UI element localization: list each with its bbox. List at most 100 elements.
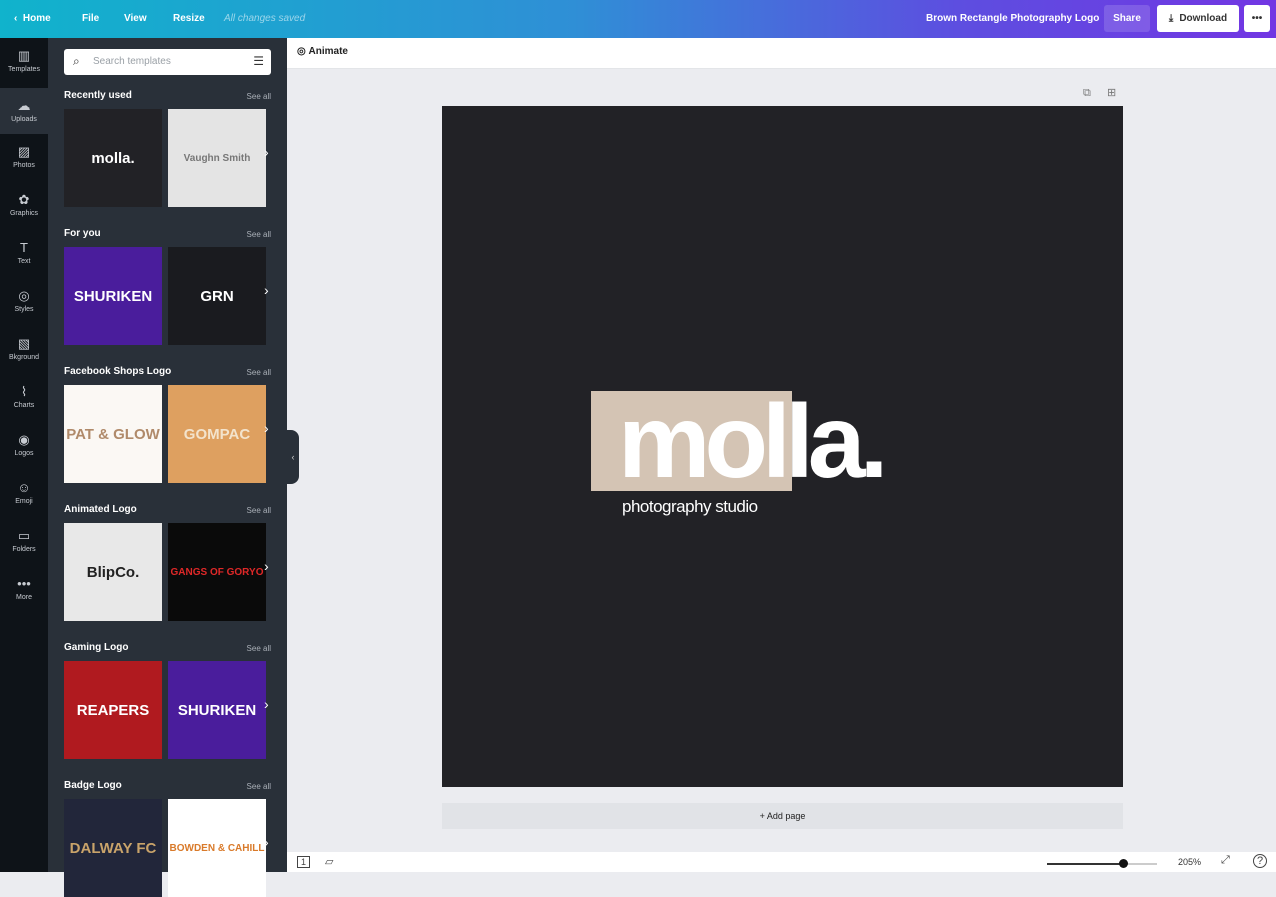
- template-thumbnail[interactable]: PAT & GLOW: [64, 385, 162, 483]
- page-indicator[interactable]: 1: [297, 856, 311, 868]
- filter-icon[interactable]: ☰: [253, 54, 264, 68]
- template-thumbnail[interactable]: BOWDEN & CAHILL: [168, 799, 266, 897]
- template-thumbnail[interactable]: BlipCo.: [64, 523, 162, 621]
- template-text: SHURIKEN: [177, 701, 257, 719]
- rail-item-templates[interactable]: ▥ Templates: [0, 48, 48, 73]
- rail-label: Emoji: [15, 498, 33, 505]
- uploads-icon: ☁: [17, 98, 31, 113]
- template-text: GRN: [200, 287, 234, 305]
- rail-label: Text: [17, 258, 31, 265]
- rail-item-logos[interactable]: ◉ Logos: [0, 432, 48, 457]
- see-all-link[interactable]: See all: [247, 230, 271, 239]
- search-icon: ⌕: [73, 54, 80, 68]
- template-thumbnail[interactable]: GANGS OF GORYO: [168, 523, 266, 621]
- duplicate-page-icon[interactable]: ⧉: [1083, 87, 1091, 100]
- template-thumbnail[interactable]: SHURIKEN: [64, 247, 162, 345]
- zoom-slider-fill: [1047, 863, 1124, 865]
- rail-item-charts[interactable]: ⌇ Charts: [0, 384, 48, 409]
- home-button[interactable]: ‹ Home: [14, 13, 51, 24]
- template-thumbnail[interactable]: molla.: [64, 109, 162, 207]
- template-text: BOWDEN & CAHILL: [169, 842, 265, 854]
- template-text: molla.: [91, 149, 135, 167]
- photos-icon: ▨: [17, 144, 31, 159]
- chevron-right-icon[interactable]: ›: [264, 420, 269, 436]
- graphics-icon: ✿: [18, 192, 30, 207]
- logos-icon: ◉: [18, 432, 30, 447]
- see-all-link[interactable]: See all: [247, 644, 271, 653]
- rail-label: Logos: [14, 450, 34, 457]
- download-button[interactable]: ⤓ Download: [1157, 5, 1239, 32]
- template-thumbnail[interactable]: REAPERS: [64, 661, 162, 759]
- styles-icon: ◎: [18, 288, 30, 303]
- template-text: SHURIKEN: [73, 287, 153, 305]
- rail-item-uploads[interactable]: ☁ Uploads: [0, 88, 48, 134]
- template-text: DALWAY FC: [69, 839, 157, 857]
- zoom-slider-handle[interactable]: [1119, 859, 1128, 868]
- help-icon[interactable]: ?: [1253, 854, 1267, 868]
- text-icon: T: [20, 240, 28, 255]
- template-thumbnail[interactable]: GRN: [168, 247, 266, 345]
- top-bar: ‹ Home File View Resize All changes save…: [0, 0, 1276, 38]
- section-title: Gaming Logo: [64, 642, 129, 653]
- template-thumbnail[interactable]: DALWAY FC: [64, 799, 162, 897]
- chevron-right-icon[interactable]: ›: [264, 834, 269, 850]
- search-placeholder: Search templates: [93, 56, 171, 67]
- animate-button[interactable]: ◎ Animate: [297, 46, 348, 57]
- search-input[interactable]: ⌕ Search templates ☰: [64, 49, 271, 75]
- section-title: Badge Logo: [64, 780, 122, 791]
- logo-text[interactable]: molla.: [618, 382, 889, 502]
- rail-item-text[interactable]: T Text: [0, 240, 48, 265]
- design-canvas[interactable]: molla. photography studio: [442, 106, 1123, 787]
- see-all-link[interactable]: See all: [247, 782, 271, 791]
- rail-item-styles[interactable]: ◎ Styles: [0, 288, 48, 313]
- notes-icon[interactable]: ▱: [325, 855, 333, 868]
- add-page-icon[interactable]: ⊞: [1107, 86, 1116, 99]
- collapse-panel-button[interactable]: ‹: [287, 430, 299, 484]
- bkground-icon: ▧: [17, 336, 31, 351]
- see-all-link[interactable]: See all: [247, 92, 271, 101]
- templates-icon: ▥: [17, 48, 31, 63]
- template-thumbnail[interactable]: GOMPAC: [168, 385, 266, 483]
- chevron-right-icon[interactable]: ›: [264, 558, 269, 574]
- rail-item-more[interactable]: ••• More: [0, 576, 48, 601]
- rail-item-bkground[interactable]: ▧ Bkground: [0, 336, 48, 361]
- rail-label: Styles: [14, 306, 34, 313]
- zoom-level[interactable]: 205%: [1178, 857, 1201, 867]
- rail-label: Folders: [12, 546, 36, 553]
- template-text: PAT & GLOW: [66, 425, 160, 443]
- animate-label: Animate: [308, 46, 348, 57]
- tagline-text[interactable]: photography studio: [622, 497, 758, 517]
- chevron-right-icon[interactable]: ›: [264, 282, 269, 298]
- rail-label: Bkground: [9, 354, 39, 361]
- template-text: GOMPAC: [183, 425, 251, 443]
- section-title: Facebook Shops Logo: [64, 366, 172, 377]
- document-title[interactable]: Brown Rectangle Photography Logo: [926, 13, 1099, 24]
- rail-item-photos[interactable]: ▨ Photos: [0, 144, 48, 169]
- template-thumbnail[interactable]: SHURIKEN: [168, 661, 266, 759]
- toolbar: ◎ Animate: [287, 38, 1276, 69]
- add-page-button[interactable]: + Add page: [442, 803, 1123, 829]
- chevron-right-icon[interactable]: ›: [264, 696, 269, 712]
- chevron-right-icon[interactable]: ›: [264, 144, 269, 160]
- rail-item-emoji[interactable]: ☺ Emoji: [0, 480, 48, 505]
- home-label: Home: [22, 13, 51, 24]
- rail-label: Charts: [13, 402, 35, 409]
- rail-item-graphics[interactable]: ✿ Graphics: [0, 192, 48, 217]
- section-title: Recently used: [64, 90, 132, 101]
- rail-label: Photos: [13, 162, 35, 169]
- download-icon: ⤓: [1168, 13, 1174, 24]
- see-all-link[interactable]: See all: [247, 506, 271, 515]
- see-all-link[interactable]: See all: [247, 368, 271, 377]
- rail-item-folders[interactable]: ▭ Folders: [0, 528, 48, 553]
- rail-label: Uploads: [11, 116, 37, 123]
- file-menu[interactable]: File: [82, 13, 99, 24]
- share-button[interactable]: Share: [1104, 5, 1150, 32]
- template-text: REAPERS: [76, 701, 150, 719]
- more-options-button[interactable]: •••: [1244, 5, 1270, 32]
- folders-icon: ▭: [17, 528, 31, 543]
- zoom-slider[interactable]: [1047, 859, 1157, 868]
- template-thumbnail[interactable]: Vaughn Smith: [168, 109, 266, 207]
- view-menu[interactable]: View: [124, 13, 147, 24]
- resize-menu[interactable]: Resize: [173, 13, 205, 24]
- fullscreen-icon[interactable]: ⤢: [1221, 854, 1230, 867]
